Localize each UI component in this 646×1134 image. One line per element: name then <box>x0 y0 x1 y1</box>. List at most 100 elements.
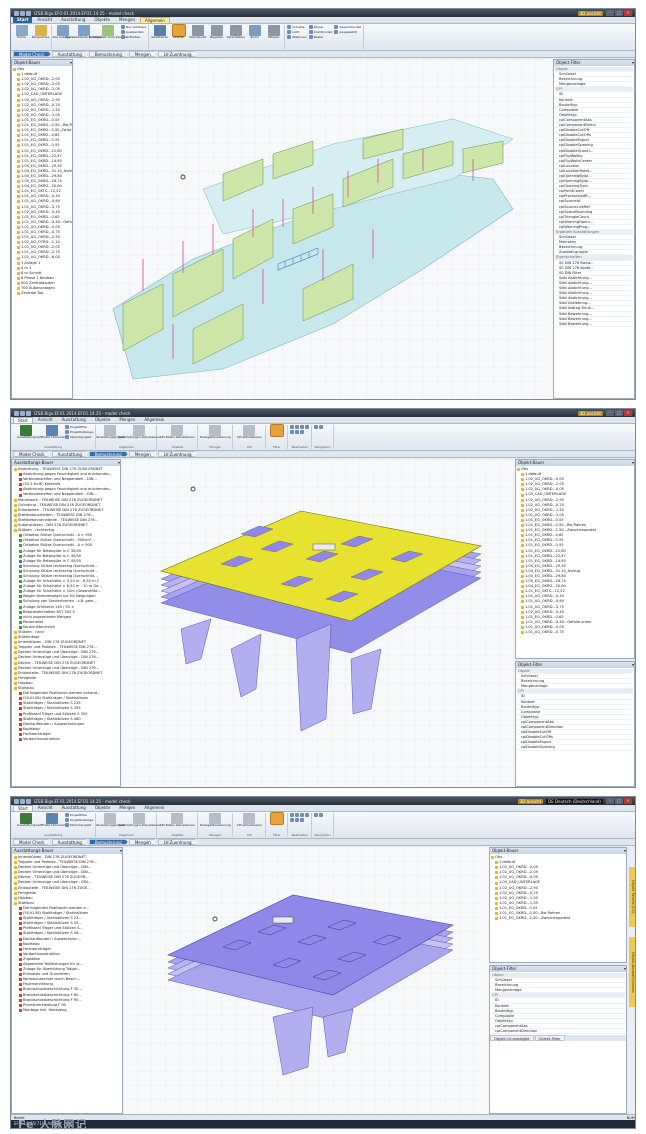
drehen-button[interactable]: Drehen <box>170 24 187 40</box>
tab-ausstattung[interactable]: Ausstattung <box>58 417 90 423</box>
drahtmodell-button[interactable]: Drahtmodell <box>308 30 332 34</box>
stammprojekt-button[interactable]: Stammprojekt <box>65 435 93 439</box>
cpi-aktualisieren-button[interactable]: CPI aktualisieren <box>235 425 263 440</box>
property-row[interactable]: cpiDisableOpening <box>517 745 633 751</box>
nav-ausstattung[interactable]: Ausstattung <box>51 839 88 845</box>
tree-item[interactable]: Vordachkonstruktion <box>13 737 119 742</box>
projektkataloge-button[interactable]: Projektkataloge <box>65 818 93 822</box>
cpi-daten-button[interactable]: CPI-Daten aktualisieren <box>159 813 195 828</box>
close-icon[interactable]: × <box>624 410 632 416</box>
3d-viewport[interactable] <box>121 459 515 787</box>
tab-allgemein[interactable]: Allgemein <box>140 805 168 811</box>
standpunkt-button[interactable]: Standpunkt <box>189 25 206 40</box>
side-tab-auswahl[interactable]: Objekt-Auswahlprozess <box>629 937 635 1007</box>
tab-mengen[interactable]: Mengen <box>115 805 139 811</box>
window-controls[interactable]: – □ × <box>606 410 632 416</box>
tab-objekte[interactable]: Objekte <box>90 17 114 23</box>
projektkataloge-button[interactable]: Projektkataloge <box>65 430 93 434</box>
raster-button[interactable]: Raster <box>308 35 333 39</box>
property-row[interactable]: Sdbi Bewehrung... <box>555 322 633 327</box>
tree-item[interactable]: 1.01_UG_OKRD...0,75 <box>517 630 633 635</box>
dialogaktualisierung-button[interactable]: Dialogaktualisierung <box>200 425 231 440</box>
gesamtmodell-button[interactable]: Gesamtmodell <box>334 25 361 29</box>
messen-button[interactable]: Messen <box>265 25 282 40</box>
minimize-icon[interactable]: – <box>606 410 614 416</box>
home-button[interactable]: Home <box>13 25 30 40</box>
property-list[interactable]: Objekt Schlüssel Bezeichnung Mengenanlage CP… <box>516 668 634 752</box>
tab-objekte[interactable]: Objekte <box>91 805 115 811</box>
geoeffnete-dokumente-button[interactable]: Geöffnete Dokumente <box>35 425 69 440</box>
cpi-aktualisieren-button[interactable]: CPI aktualisieren <box>235 813 263 828</box>
nav-arrows[interactable] <box>314 813 324 817</box>
geoeffnete-dokumente-button[interactable]: Geöffnete Dokumente <box>35 813 69 828</box>
object-tree[interactable]: Otis 1 default 1.02_UG_OKRD...2,05 1.02_UG_… <box>12 66 72 398</box>
tab-allgemein[interactable]: Allgemein <box>139 17 170 23</box>
perspektive-button[interactable]: Perspektive <box>32 25 49 40</box>
selektieren-button[interactable]: Selektieren <box>151 25 168 40</box>
tab-ausstattung[interactable]: Ausstattung <box>57 17 89 23</box>
3d-viewport[interactable] <box>123 847 489 1114</box>
stationen-button[interactable]: Stationen <box>287 35 307 39</box>
nav-ausstattung[interactable]: Ausstattung <box>51 51 88 57</box>
model-canvas[interactable] <box>121 459 515 787</box>
nav-bemusterung[interactable]: Bemusterung <box>88 451 128 457</box>
nav-mengen[interactable]: Mengen <box>128 51 157 57</box>
tab-ansicht[interactable]: Ansicht <box>33 17 56 23</box>
verschieben-button[interactable]: Verschieben <box>227 25 245 40</box>
koerper-button[interactable]: Körper <box>308 25 333 29</box>
nav-lv-zuordnung[interactable]: LV-Zuordnung <box>157 51 198 57</box>
cpi-daten-button[interactable]: CPI-Daten aktualisieren <box>159 425 195 440</box>
tab-ansicht[interactable]: Ansicht <box>34 805 57 811</box>
3d-viewport[interactable] <box>73 59 553 399</box>
filter-button[interactable] <box>268 424 285 437</box>
nav-ausstattung[interactable]: Ausstattung <box>51 451 88 457</box>
property-list[interactable]: Objekt Schlüssel Bezeichnung Mengenanlage CP… <box>490 972 626 1035</box>
ausblenden-button[interactable]: Ausblenden <box>121 30 146 34</box>
nav-lv-zuordnung[interactable]: LV-Zuordnung <box>157 451 198 457</box>
model-canvas[interactable] <box>73 59 545 399</box>
stammprojekt-button[interactable]: Stammprojekt <box>65 823 93 827</box>
quick-access-toolbar[interactable] <box>14 798 31 804</box>
projektfilter-button[interactable]: Projektfilter <box>65 425 93 429</box>
quick-access-toolbar[interactable] <box>14 10 31 16</box>
nav-model-check[interactable]: Model Check <box>13 451 51 457</box>
property-row[interactable]: cpiComponentDirection <box>491 1029 625 1035</box>
window-controls[interactable]: – □ × <box>606 10 632 16</box>
maximize-icon[interactable]: □ <box>615 10 623 16</box>
object-tree[interactable]: Otis 1 default 1.02_UG_OKRD...0,05 1.02_UG_… <box>516 466 634 658</box>
minimize-icon[interactable]: – <box>606 10 614 16</box>
nav-bemusterung[interactable]: Bemusterung <box>88 51 128 57</box>
begehen-button[interactable]: Begehen <box>208 25 225 40</box>
nav-model-check[interactable]: Model Check <box>13 51 51 57</box>
verknuepfungen-button[interactable]: Verknüpfungen aktualisieren <box>118 425 161 440</box>
side-tab-objekt-tabelle[interactable]: Objekt Tabelle (C1) <box>629 867 635 927</box>
tab-mengen[interactable]: Mengen <box>115 417 139 423</box>
equipment-tree[interactable]: Abdichtung - TEILWEISE DIN 276 ZUGEORDNE… <box>12 466 120 786</box>
tab-start[interactable]: Start <box>13 417 33 423</box>
minimize-icon[interactable]: – <box>606 798 614 804</box>
maximize-icon[interactable]: □ <box>615 798 623 804</box>
tree-item[interactable]: Montage inkl. Hebezeug <box>13 1008 121 1013</box>
tab-ausstattung[interactable]: Ausstattung <box>58 805 90 811</box>
model-canvas[interactable] <box>123 847 483 1114</box>
tab-objekte[interactable]: Objekte <box>91 417 115 423</box>
nav-mengen[interactable]: Mengen <box>128 839 157 845</box>
tab-objekt-grundobjekt[interactable]: Objekt-Grundobjekt <box>490 1035 534 1042</box>
edit-tools[interactable] <box>290 813 310 817</box>
close-icon[interactable]: × <box>624 10 632 16</box>
tab-start[interactable]: Start <box>13 17 33 23</box>
sichtbarkeit-button[interactable]: Sichtbarkeit zurücksetzen <box>89 25 127 40</box>
property-list[interactable]: Objekt Schlüssel Bezeichnung Mengenanlage CP… <box>554 66 634 328</box>
edit-tools[interactable] <box>290 425 310 429</box>
licht-button[interactable]: Licht <box>287 30 306 34</box>
object-tree[interactable]: Otis 1 default 1.02_UG_OKRD...0,05 1.02_UG_… <box>490 854 626 962</box>
language-indicator[interactable]: DE Deutsch (Deutschland) <box>546 798 603 804</box>
tab-allgemein[interactable]: Allgemein <box>140 417 168 423</box>
aufheben-button[interactable]: Aufheben <box>121 35 146 39</box>
ausgewaehlt-button[interactable]: Ausgewählt <box>334 30 361 34</box>
equipment-tree[interactable]: Innenstützen - DIN 276 ZUGEORDNET Treppen… <box>12 854 122 1113</box>
nav-arrows[interactable] <box>314 425 324 429</box>
tree-item[interactable]: Zentrale Too <box>13 291 71 296</box>
nur-sichtbare-button[interactable]: Nur sichtbare <box>121 25 146 29</box>
quick-access-toolbar[interactable] <box>14 410 31 416</box>
